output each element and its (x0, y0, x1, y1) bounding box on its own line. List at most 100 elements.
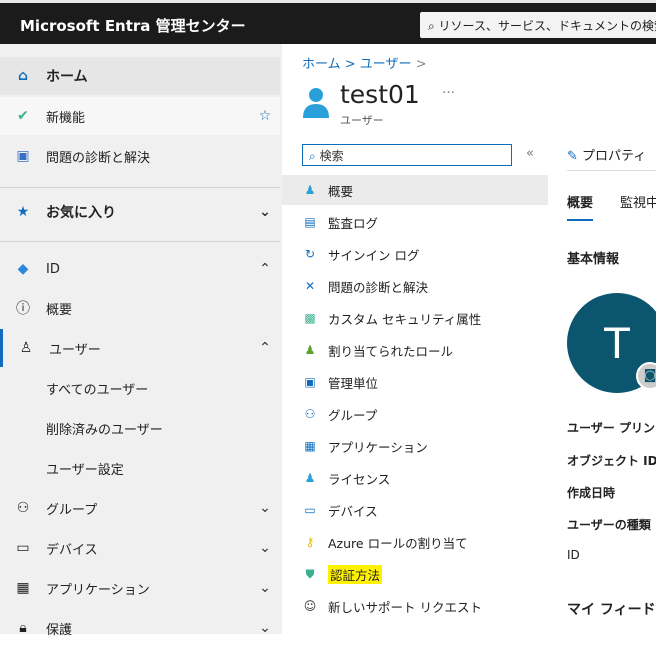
sidebar-item-deleted-users[interactable]: 削除済みのユーザー (0, 409, 280, 447)
menu-search-input[interactable]: ⌕ 検索 (302, 144, 512, 166)
label: 新機能 (46, 110, 86, 126)
label: 保護 (46, 622, 73, 638)
sidebar-item-users[interactable]: ♙ ユーザー ⌃ (0, 329, 280, 367)
label: ホーム (46, 69, 88, 85)
field-object-id: オブジェクト ID (567, 454, 656, 468)
sidebar-item-favorites[interactable]: ★ お気に入り ⌄ (0, 193, 280, 231)
global-search-input[interactable]: ⌕ リソース、サービス、ドキュメントの検索 (G+/) (420, 12, 656, 38)
brand-title[interactable]: Microsoft Entra 管理センター (20, 15, 246, 36)
sidebar-item-applications[interactable]: ▦ アプリケーション ⌄ (0, 569, 280, 607)
chevron-up-icon: ⌃ (259, 261, 271, 277)
camera-icon[interactable]: ◙ (636, 362, 656, 390)
sidebar-item-diagnose[interactable]: ▣ 問題の診断と解決 (0, 137, 280, 175)
info-icon: ⓘ (16, 301, 30, 317)
sidebar-item-home[interactable]: ⌂ ホーム (0, 57, 280, 95)
sign-in-log-icon: ↻ (304, 247, 316, 261)
menu-item-label: 管理単位 (328, 375, 379, 391)
admin-units-icon: ▣ (304, 375, 316, 389)
divider (567, 170, 656, 171)
menu-item[interactable]: ⚇ グループ (282, 399, 548, 429)
menu-item[interactable]: ✕ 問題の診断と解決 (282, 271, 548, 301)
label: お気に入り (46, 205, 116, 221)
field-user-type: ユーザーの種類 (567, 518, 651, 532)
label: 概要 (46, 302, 73, 318)
star-icon[interactable]: ☆ (250, 108, 280, 124)
label: 削除済みのユーザー (46, 422, 163, 438)
sidebar-item-identity[interactable]: ◆ ID ⌃ (0, 250, 280, 288)
device-icon: ▭ (16, 540, 30, 556)
menu-item-label: アプリケーション (328, 439, 428, 455)
user-blade-menu: ホーム > ユーザー > test01 … ユーザー ⌕ 検索 « ♟ 概要 ▤ 監査… (282, 44, 548, 634)
label: デバイス (46, 542, 98, 558)
chevron-down-icon: ⌄ (259, 204, 271, 220)
group-icon: ⚇ (16, 500, 30, 516)
identity-icon: ◆ (17, 261, 29, 277)
device-icon: ▭ (304, 503, 316, 517)
label: ユーザー設定 (46, 462, 124, 478)
menu-item[interactable]: ▤ 監査ログ (282, 207, 548, 237)
menu-item-label: グループ (328, 407, 378, 423)
diagnose-icon: ✕ (304, 279, 316, 293)
security-attributes-icon: ▩ (304, 311, 316, 325)
key-icon: ⚷ (305, 535, 315, 549)
divider (0, 241, 280, 242)
menu-item[interactable]: ☺ 新しいサポート リクエスト (282, 591, 548, 621)
menu-item-label: 問題の診断と解決 (328, 279, 429, 295)
page-subtitle: ユーザー (340, 114, 384, 127)
star-icon: ★ (16, 204, 30, 220)
tab-monitoring[interactable]: 監視中 (620, 192, 656, 211)
divider (0, 187, 280, 188)
audit-log-icon: ▤ (304, 215, 316, 229)
label: アプリケーション (46, 582, 150, 598)
home-icon: ⌂ (17, 68, 29, 84)
label: プロパティ (582, 149, 647, 164)
breadcrumb-home[interactable]: ホーム (302, 57, 341, 72)
sidebar-item-devices[interactable]: ▭ デバイス ⌄ (0, 529, 280, 567)
label: 問題の診断と解決 (46, 150, 151, 166)
shield-icon: ⛊ (305, 566, 315, 581)
detail-pane: ✎ プロパティ 概要 監視中 基本情報 T ◙ ユーザー プリンシパル名 オブジ… (548, 44, 656, 634)
sidebar-item-whats-new[interactable]: ✔ 新機能 ☆ (0, 97, 280, 135)
section-title: 基本情報 (567, 252, 620, 267)
sidebar-item-overview[interactable]: ⓘ 概要 (0, 289, 280, 327)
breadcrumb-users[interactable]: ユーザー (360, 57, 412, 72)
menu-item[interactable]: ♟ 割り当てられたロール (282, 335, 548, 365)
menu-item-label: サインイン ログ (328, 247, 420, 263)
top-bar: Microsoft Entra 管理センター ⌕ リソース、サービス、ドキュメン… (0, 0, 656, 44)
menu-item[interactable]: ⛊ 認証方法 (282, 559, 548, 589)
menu-item[interactable]: ▦ アプリケーション (282, 431, 548, 461)
user-avatar-icon (303, 88, 329, 118)
sidebar: ⌂ ホーム ✔ 新機能 ☆ ▣ 問題の診断と解決 ★ お気に入り ⌄ ◆ ID ⌃ ⓘ 概要 ♙ ユ… (0, 44, 282, 638)
tab-overview[interactable]: 概要 (567, 192, 594, 221)
search-placeholder: 検索 (319, 149, 344, 163)
sidebar-item-groups[interactable]: ⚇ グループ ⌄ (0, 489, 280, 527)
collapse-button[interactable]: « (526, 146, 534, 161)
license-icon: ♟ (304, 471, 316, 485)
label: すべてのユーザー (46, 382, 149, 398)
menu-item[interactable]: ▩ カスタム セキュリティ属性 (282, 303, 548, 333)
assigned-roles-icon: ♟ (304, 343, 316, 357)
menu-item[interactable]: ↻ サインイン ログ (282, 239, 548, 269)
properties-button[interactable]: ✎ プロパティ (567, 145, 646, 164)
menu-item-label: ライセンス (328, 471, 391, 487)
label: グループ (46, 502, 98, 518)
sidebar-item-protection[interactable]: 🔒︎ 保護 ⌄ (0, 609, 280, 647)
menu-item[interactable]: ⚷ Azure ロールの割り当て (282, 527, 548, 557)
menu-item[interactable]: ♟ ライセンス (282, 463, 548, 493)
menu-item-label: 概要 (328, 183, 354, 199)
chevron-down-icon: ⌄ (259, 580, 271, 596)
field-created: 作成日時 (567, 486, 616, 500)
whats-new-icon: ✔ (17, 108, 29, 124)
more-button[interactable]: … (442, 82, 455, 97)
menu-item[interactable]: ▣ 管理単位 (282, 367, 548, 397)
overview-icon: ♟ (304, 183, 316, 197)
menu-item[interactable]: ▭ デバイス (282, 495, 548, 525)
breadcrumb: ホーム > ユーザー > (302, 57, 427, 72)
user-icon: ♙ (19, 340, 33, 356)
menu-item[interactable]: ♟ 概要 (282, 175, 548, 205)
my-feed-title: マイ フィード (567, 602, 656, 618)
sidebar-item-all-users[interactable]: すべてのユーザー (0, 369, 280, 407)
sidebar-item-user-settings[interactable]: ユーザー設定 (0, 449, 280, 487)
menu-item-label: カスタム セキュリティ属性 (328, 311, 482, 327)
search-icon: ⌕ (428, 19, 439, 33)
